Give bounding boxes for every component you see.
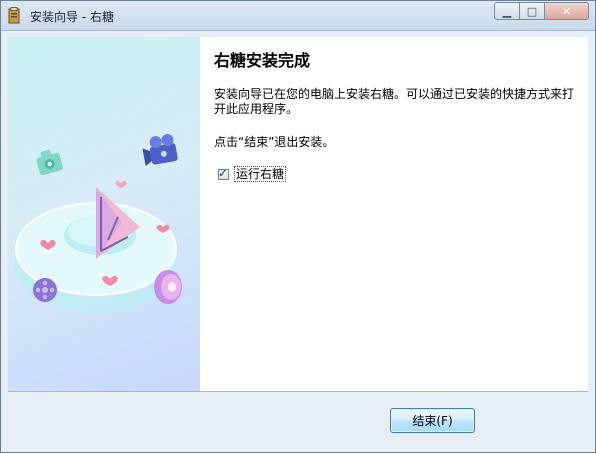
- minimize-button[interactable]: ▁: [494, 2, 520, 20]
- title-bar[interactable]: 安装向导 - 右糖 ▁ □ ✕: [1, 1, 595, 31]
- camera-icon: [36, 149, 63, 176]
- completion-description: 安装向导已在您的电脑上安装右糖。可以通过已安装的快捷方式来打开此应用程序。: [214, 87, 575, 116]
- maximize-button[interactable]: □: [520, 2, 545, 20]
- run-app-option[interactable]: ✓ 运行右糖: [218, 165, 287, 182]
- content-panel: 右糖安装完成 安装向导已在您的电脑上安装右糖。可以通过已安装的快捷方式来打开此应…: [200, 37, 588, 391]
- run-app-label[interactable]: 运行右糖: [234, 166, 287, 182]
- maximize-icon: □: [526, 4, 538, 18]
- installer-app-icon: [8, 7, 20, 24]
- close-icon: ✕: [561, 4, 572, 18]
- minimize-icon: ▁: [502, 4, 512, 18]
- run-app-checkbox[interactable]: ✓: [218, 165, 229, 180]
- footer-separator: [8, 391, 588, 392]
- checkmark-icon: ✓: [218, 165, 229, 180]
- window-title: 安装向导 - 右糖: [30, 10, 114, 24]
- installer-window: 安装向导 - 右糖 ▁ □ ✕ 右糖安装完成 安装向导已在您的电脑上安装右糖。可…: [0, 0, 596, 453]
- video-camera-icon: [142, 133, 178, 167]
- film-reel-icon: [33, 278, 57, 302]
- finish-button[interactable]: 结束(F): [390, 408, 475, 433]
- finish-instruction: 点击“结束”退出安装。: [214, 135, 335, 149]
- close-button[interactable]: ✕: [545, 2, 589, 20]
- installer-side-banner: [8, 37, 200, 391]
- disc-icon: [154, 270, 182, 304]
- page-heading: 右糖安装完成: [214, 51, 311, 70]
- banner-illustration: [14, 133, 182, 313]
- window-controls: ▁ □ ✕: [494, 2, 589, 21]
